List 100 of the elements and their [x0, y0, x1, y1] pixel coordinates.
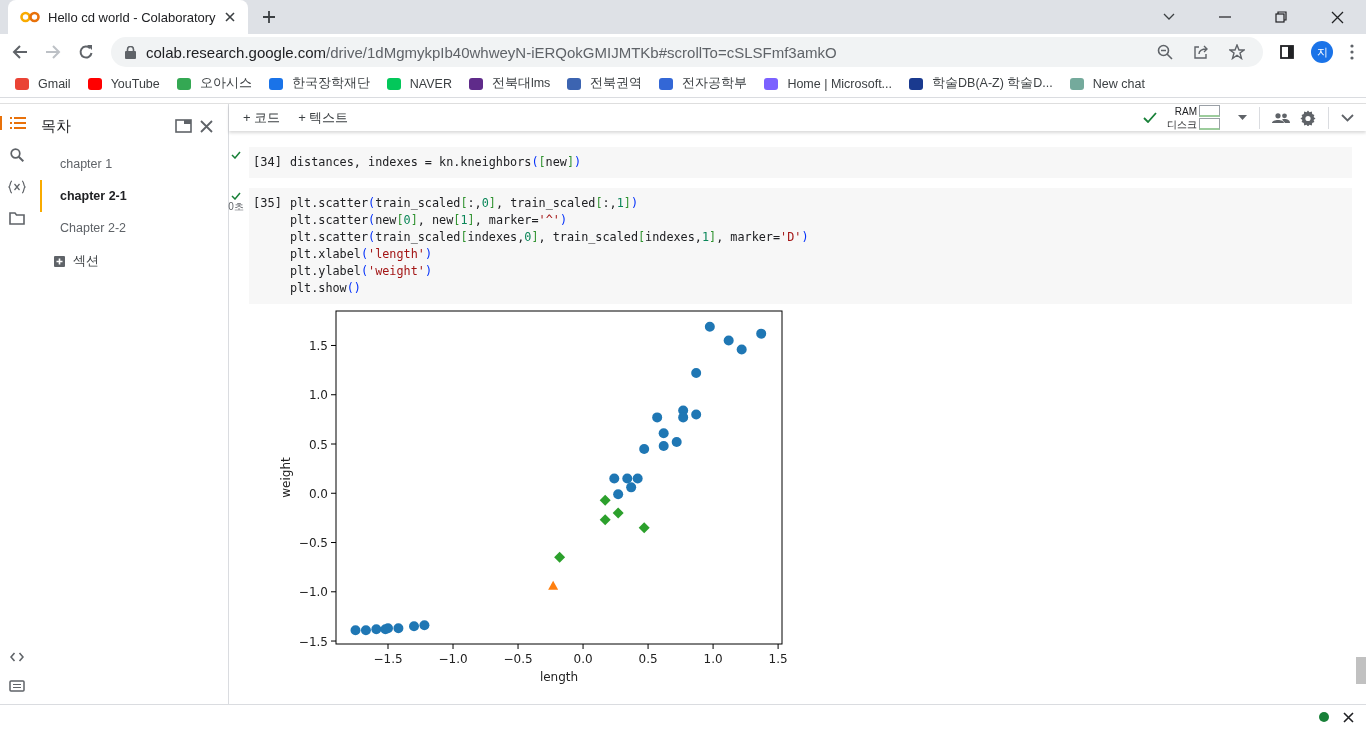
restore-icon[interactable] — [1275, 11, 1287, 23]
share-icon[interactable] — [1193, 44, 1209, 60]
tick-label: −1.0 — [438, 652, 468, 666]
add-section-button[interactable]: 섹션 — [34, 244, 227, 270]
folder-icon[interactable] — [9, 212, 25, 225]
execution-count: [34] — [252, 154, 283, 171]
tick-label: −0.5 — [298, 536, 328, 550]
add-code-button[interactable]: + 코드 — [239, 108, 285, 127]
bookmark[interactable]: Gmail — [14, 75, 71, 92]
toc-icon[interactable] — [0, 116, 26, 130]
tick-label: 0.0 — [308, 486, 328, 501]
tab-title: Hello cd world - Colaboratory — [48, 9, 216, 25]
profile-avatar[interactable]: 지 — [1311, 41, 1333, 63]
bookmark-icon — [566, 75, 583, 92]
star-icon[interactable] — [1229, 44, 1245, 60]
tick-label: −1.5 — [298, 634, 328, 649]
tick-label: −1.0 — [298, 585, 328, 600]
add-text-button[interactable]: + 텍스트 — [294, 108, 353, 127]
zoom-out-icon[interactable] — [1157, 44, 1173, 60]
bookmark[interactable]: 전북권역 — [566, 75, 643, 92]
tick-label: 1.0 — [703, 652, 723, 666]
bookmark[interactable]: New chat — [1068, 75, 1145, 92]
toc-item[interactable]: chapter 2-1 — [40, 180, 227, 212]
bookmark[interactable]: YouTube — [86, 75, 160, 92]
bookmark-icon — [658, 75, 675, 92]
check-icon — [231, 192, 241, 200]
bookmark[interactable]: NAVER — [385, 75, 452, 92]
search-icon[interactable] — [10, 148, 24, 162]
chevron-down-icon[interactable] — [1163, 13, 1175, 21]
bookmark-icon — [385, 75, 402, 92]
dropdown-icon[interactable] — [1238, 115, 1247, 120]
tick-mark — [330, 492, 337, 494]
reload-icon[interactable] — [78, 44, 94, 60]
bookmark-icon — [467, 75, 484, 92]
execution-count: [35] — [252, 195, 283, 212]
tick-label: 0.5 — [638, 652, 658, 666]
run-time: 0초 — [228, 200, 244, 214]
browser-tab[interactable]: Hello cd world - Colaboratory — [8, 0, 248, 34]
bookmark[interactable]: 전북대lms — [467, 75, 551, 92]
side-panel-icon[interactable] — [1280, 45, 1294, 59]
close-icon[interactable] — [1343, 711, 1354, 723]
resource-meter[interactable]: RAM 디스크 — [1167, 105, 1220, 130]
tick-label: 1.5 — [768, 652, 788, 666]
address-bar[interactable]: colab.research.google.com/drive/1dMgmykpIb40whweyN-iERQokGMIJMTKb#scrollTo=cSLSFmf3amkO — [111, 37, 1263, 67]
code-icon[interactable] — [10, 652, 24, 662]
bookmark-icon — [14, 75, 30, 92]
bookmark-icon — [908, 75, 925, 92]
tick-mark — [582, 643, 584, 650]
bookmark[interactable]: 오아시스 — [175, 75, 252, 92]
settings-icon[interactable] — [1300, 109, 1316, 126]
scrollbar-thumb[interactable] — [1356, 657, 1366, 684]
toc-item[interactable]: Chapter 2-2 — [40, 212, 227, 244]
close-icon[interactable] — [200, 119, 213, 133]
tick-label: 1.0 — [308, 388, 328, 403]
tick-mark — [452, 643, 454, 650]
panel-title: 목차 — [41, 116, 71, 136]
toc-item[interactable]: chapter 1 — [40, 148, 227, 180]
bookmark-icon — [86, 75, 103, 92]
tick-label: 0.0 — [573, 652, 593, 666]
code-editor[interactable]: plt.scatter(train_scaled[:,0], train_scaled[:,1]) plt.scatter(new[0], new[1], marker='^') plt.scatter(train_scaled[indexes,0], train_scaled[indexes,1], marker='D') plt.xlabel('length') plt.ylabel('weight') plt.show() — [289, 195, 809, 297]
tick-label: −1.5 — [373, 652, 403, 666]
tick-mark — [387, 643, 389, 650]
more-icon[interactable] — [1350, 44, 1354, 60]
colab-logo-icon — [20, 11, 40, 23]
bookmark[interactable]: 한국장학재단 — [267, 75, 370, 92]
people-icon[interactable] — [1272, 112, 1290, 123]
code-editor[interactable]: distances, indexes = kn.kneighbors([new]) — [289, 154, 582, 171]
back-icon[interactable] — [12, 44, 28, 60]
plus-box-icon — [54, 255, 65, 267]
check-icon — [231, 151, 241, 159]
bookmark-icon — [267, 75, 284, 92]
tick-mark — [330, 640, 337, 642]
variables-icon[interactable] — [8, 180, 26, 194]
terminal-icon[interactable] — [9, 680, 25, 692]
tick-label: 1.5 — [308, 339, 328, 353]
tick-mark — [330, 345, 337, 346]
tick-mark — [330, 394, 337, 396]
tick-mark — [330, 591, 337, 593]
tick-mark — [517, 643, 519, 650]
lock-icon — [125, 45, 136, 59]
axis-label: weight — [279, 457, 293, 498]
tick-mark — [647, 643, 649, 650]
check-icon — [1143, 112, 1157, 123]
tick-mark — [330, 542, 337, 543]
tick-mark — [712, 643, 714, 650]
bookmark-icon — [175, 75, 192, 92]
chevron-down-icon[interactable] — [1341, 113, 1354, 122]
status-dot-icon — [1319, 712, 1329, 722]
bookmark-icon — [1068, 75, 1085, 92]
bookmark[interactable]: Home | Microsoft... — [763, 75, 893, 92]
close-icon[interactable] — [1331, 10, 1344, 24]
axis-label: length — [539, 670, 579, 684]
bookmark[interactable]: 학술DB(A-Z) 학술D... — [908, 75, 1053, 92]
open-in-tab-icon[interactable] — [175, 119, 192, 133]
tick-label: 0.5 — [308, 437, 328, 452]
new-tab-icon[interactable] — [262, 10, 276, 24]
close-icon[interactable] — [224, 11, 236, 23]
tick-mark — [777, 643, 779, 650]
tick-mark — [330, 443, 337, 445]
bookmark[interactable]: 전자공학부 — [658, 75, 748, 92]
